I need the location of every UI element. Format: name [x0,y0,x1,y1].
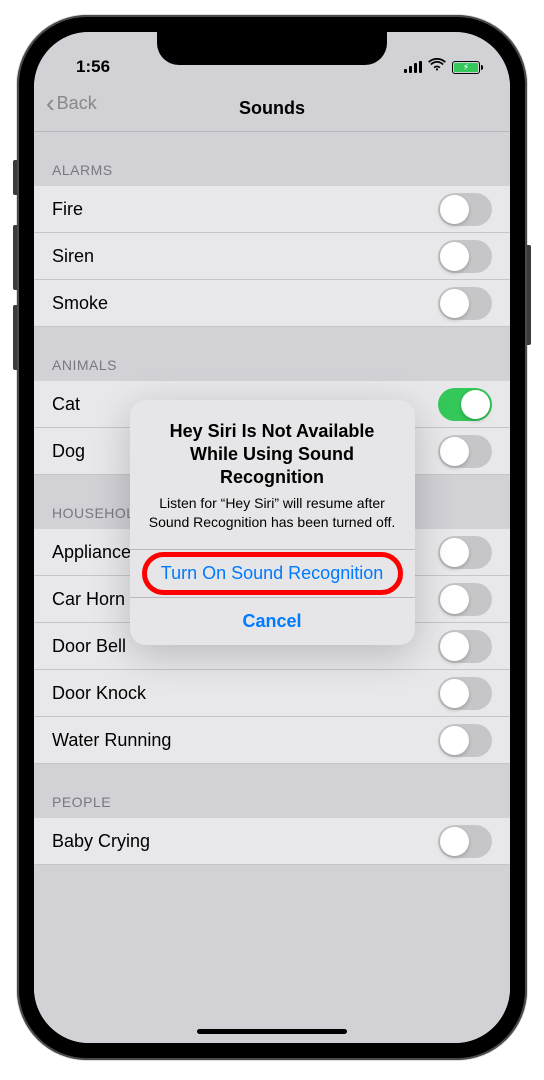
cancel-button[interactable]: Cancel [130,597,415,645]
turn-on-sound-recognition-button[interactable]: Turn On Sound Recognition [130,549,415,597]
alert-backdrop: Hey Siri Is Not Available While Using So… [34,32,510,1043]
home-indicator[interactable] [197,1029,347,1034]
alert-message: Listen for “Hey Siri” will resume after … [148,494,397,532]
alert-dialog: Hey Siri Is Not Available While Using So… [130,400,415,646]
volume-up-button [13,225,17,290]
alert-title: Hey Siri Is Not Available While Using So… [148,420,397,490]
alert-body: Hey Siri Is Not Available While Using So… [130,400,415,550]
mute-switch [13,160,17,195]
power-button [527,245,531,345]
screen: 1:56 ⚡︎ ‹ Back Sounds [34,32,510,1043]
phone-frame: 1:56 ⚡︎ ‹ Back Sounds [17,15,527,1060]
alert-confirm-label: Turn On Sound Recognition [161,563,383,584]
volume-down-button [13,305,17,370]
alert-cancel-label: Cancel [242,611,301,632]
